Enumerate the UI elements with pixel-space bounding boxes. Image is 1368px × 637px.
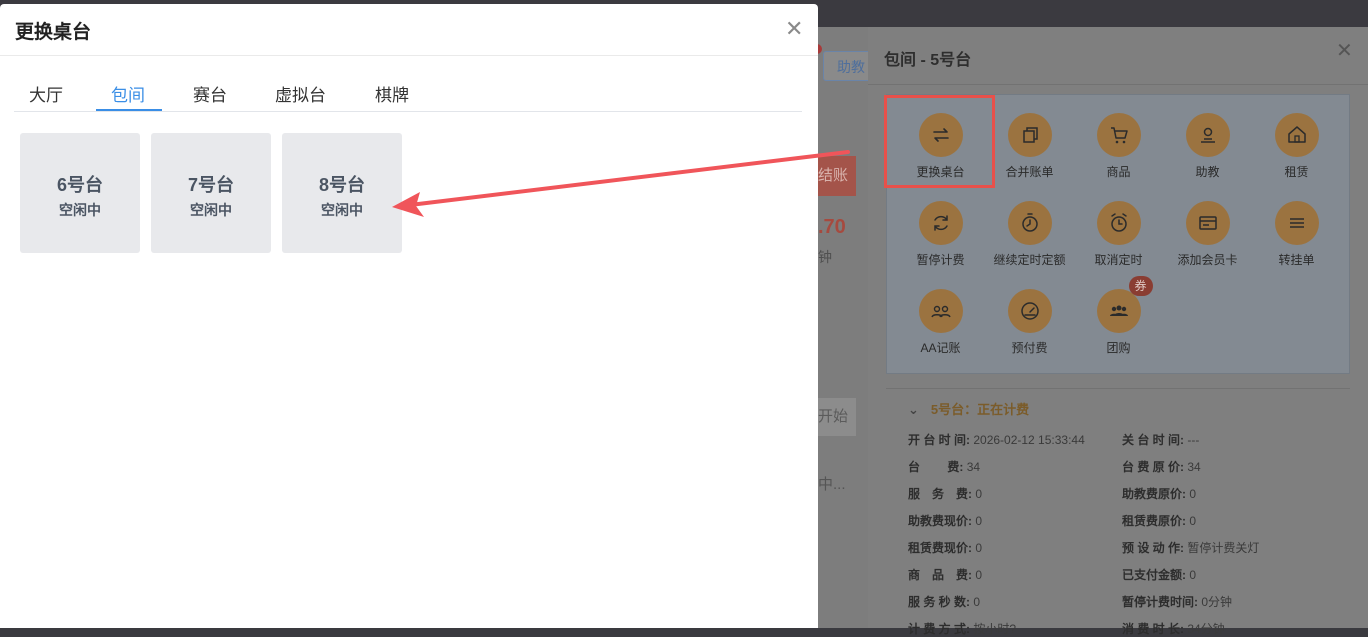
- action-label: 转挂单: [1278, 253, 1315, 267]
- table-name: 7号台: [187, 175, 234, 195]
- info-duration: 消 费 时 长: 34分钟: [1122, 622, 1225, 636]
- table-card-6[interactable]: 6号台 空闲中: [20, 133, 140, 253]
- action-label: 租赁: [1284, 165, 1309, 179]
- table-card-7[interactable]: 7号台 空闲中: [151, 133, 271, 253]
- info-assistant-fee-original: 助教费原价: 0: [1122, 487, 1197, 501]
- action-transfer-order[interactable]: 转挂单: [1252, 201, 1341, 285]
- info-open-time: 开 台 时 间: 2026-02-12 15:33:44: [908, 433, 1085, 447]
- menu-icon: [1274, 201, 1319, 245]
- modal-header-divider: [0, 55, 818, 56]
- action-label: 取消定时: [1094, 253, 1143, 267]
- info-rental-fee-original: 租赁费原价: 0: [1122, 514, 1197, 528]
- refresh-icon: [918, 201, 963, 245]
- info-close-time: 关 台 时 间: ---: [1122, 433, 1200, 447]
- info-table-fee: 台 费: 34: [908, 460, 981, 474]
- info-assistant-fee-current: 助教费现价: 0: [908, 514, 983, 528]
- action-group-buy[interactable]: 券 团购: [1074, 276, 1163, 373]
- tab-hall[interactable]: 大厅: [29, 81, 63, 106]
- info-pause-time: 暂停计费时间: 0分钟: [1122, 595, 1233, 609]
- coupon-badge: 券: [1128, 276, 1153, 296]
- action-add-member-card[interactable]: 添加会员卡: [1163, 201, 1252, 285]
- background-amount: .70: [818, 216, 846, 238]
- tab-chess[interactable]: 棋牌: [375, 81, 409, 106]
- action-prepay[interactable]: 预付费: [985, 289, 1074, 373]
- status-title: 5号台：正在计费: [930, 402, 1030, 417]
- chevron-down-icon: ⌄: [908, 402, 919, 417]
- tab-competition[interactable]: 赛台: [193, 81, 227, 106]
- table-status: 空闲中: [321, 202, 363, 218]
- cart-icon: [1096, 113, 1141, 157]
- background-minute-text: 钟: [818, 249, 832, 265]
- action-label: 团购: [1106, 341, 1131, 355]
- table-card-8[interactable]: 8号台 空闲中: [282, 133, 402, 253]
- action-label: 暂停计费: [916, 253, 965, 267]
- info-billing-method: 计 费 方 式: 按小时?: [908, 622, 1017, 636]
- table-status: 空闲中: [190, 202, 232, 218]
- table-name: 8号台: [318, 175, 365, 195]
- panel-divider: [868, 84, 1368, 85]
- tab-private-room[interactable]: 包间: [111, 81, 145, 106]
- table-status: 空闲中: [59, 202, 101, 218]
- panel-close-icon[interactable]: ✕: [1336, 41, 1353, 61]
- action-merge-bill[interactable]: 合并账单: [985, 113, 1074, 197]
- copy-icon: [1007, 113, 1052, 157]
- info-table-fee-original: 台 费 原 价: 34: [1122, 460, 1201, 474]
- info-rental-fee-current: 租赁费现价: 0: [908, 541, 983, 555]
- home-icon: [1274, 113, 1319, 157]
- person-icon: [1185, 113, 1230, 157]
- action-rental[interactable]: 租赁: [1252, 113, 1341, 197]
- action-label: AA记账: [920, 341, 961, 355]
- action-label: 添加会员卡: [1177, 253, 1238, 267]
- info-service-fee: 服 务 费: 0: [908, 487, 983, 501]
- action-assistant[interactable]: 助教: [1163, 113, 1252, 197]
- info-service-seconds: 服 务 秒 数: 0: [908, 595, 981, 609]
- action-label: 合并账单: [1005, 165, 1054, 179]
- table-name: 6号台: [56, 175, 103, 195]
- info-paid-amount: 已支付金额: 0: [1122, 568, 1197, 582]
- info-divider: [886, 388, 1350, 389]
- action-goods[interactable]: 商品: [1074, 113, 1163, 197]
- card-icon: [1185, 201, 1230, 245]
- highlight-box: [884, 95, 995, 188]
- action-label: 助教: [1195, 165, 1220, 179]
- timer-icon: [1007, 201, 1052, 245]
- gauge-icon: [1007, 289, 1052, 333]
- info-preset-action: 预 设 动 作: 暂停计费关灯: [1122, 541, 1260, 555]
- action-pause-billing[interactable]: 暂停计费: [896, 201, 985, 285]
- tab-virtual[interactable]: 虚拟台: [275, 81, 326, 106]
- action-label: 商品: [1106, 165, 1131, 179]
- modal-title: 更换桌台: [15, 22, 92, 43]
- background-start-button: 开始: [818, 398, 856, 436]
- background-status-text: 中...: [818, 476, 846, 493]
- team-icon: 券: [1096, 276, 1153, 333]
- group-icon: [918, 289, 963, 333]
- action-aa-split[interactable]: AA记账: [896, 289, 985, 373]
- alarm-icon: [1096, 201, 1141, 245]
- area-tabs: 大厅 包间 赛台 虚拟台 棋牌: [14, 77, 802, 112]
- action-continue-timed[interactable]: 继续定时定额: [985, 201, 1074, 285]
- info-goods-fee: 商 品 费: 0: [908, 568, 983, 582]
- action-label: 继续定时定额: [993, 253, 1066, 267]
- background-checkout-button: 结账: [818, 156, 856, 196]
- panel-title: 包间 - 5号台: [884, 52, 972, 69]
- active-tab-indicator: [96, 109, 162, 111]
- action-cancel-timer[interactable]: 取消定时: [1074, 201, 1163, 285]
- change-table-modal: 更换桌台 ✕ 大厅 包间 赛台 虚拟台 棋牌 6号台 空闲中 7号台 空闲中 8…: [0, 4, 818, 628]
- modal-close-icon[interactable]: ✕: [785, 18, 803, 40]
- action-label: 预付费: [1011, 341, 1048, 355]
- status-section-header[interactable]: ⌄ 5号台：正在计费: [908, 399, 1029, 418]
